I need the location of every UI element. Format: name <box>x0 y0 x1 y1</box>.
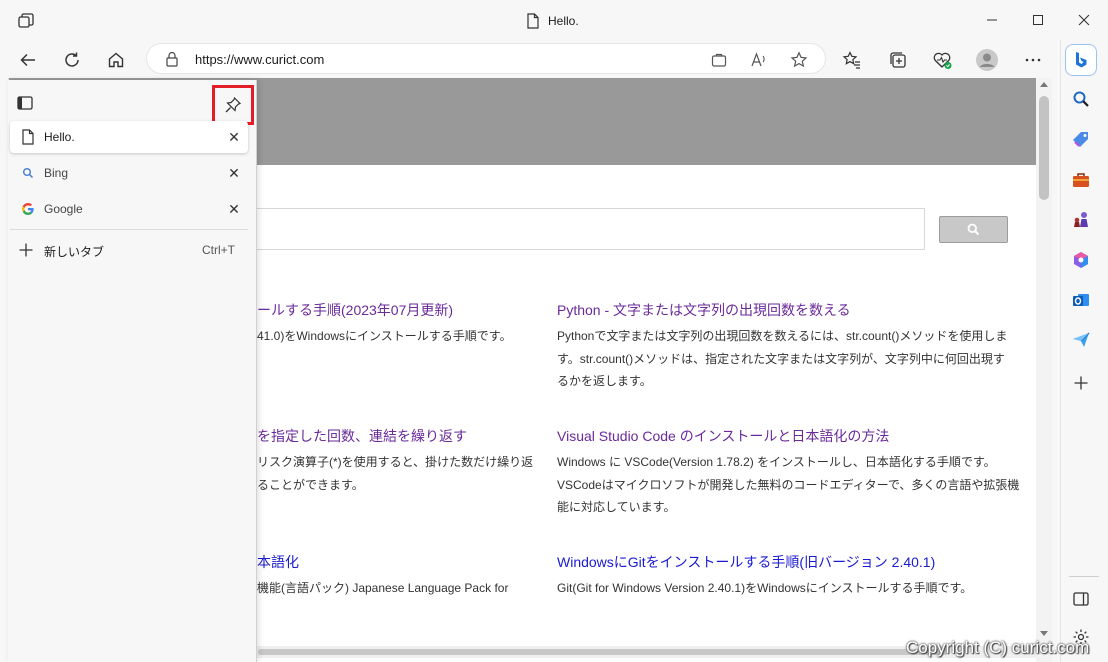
tab-actions-menu-icon[interactable] <box>16 11 36 31</box>
sidebar-divider <box>1069 576 1099 577</box>
home-button[interactable] <box>102 46 130 74</box>
back-button[interactable] <box>14 46 42 74</box>
site-search-button[interactable] <box>939 216 1008 243</box>
minimize-icon <box>987 19 997 21</box>
collections-icon <box>890 52 906 68</box>
pin-icon <box>225 96 242 113</box>
refresh-button[interactable] <box>58 46 86 74</box>
article-description: リスク演算子(*)を使用すると、掛けた数だけ繰り返 ることができます。 <box>257 455 534 492</box>
vertical-scrollbar[interactable] <box>1036 78 1052 662</box>
tab-hello[interactable]: Hello. ✕ <box>10 121 248 153</box>
close-tab-icon[interactable]: ✕ <box>226 129 242 145</box>
article-card: Python - 文字または文字列の出現回数を数える Pythonで文字または文… <box>557 300 1007 393</box>
article-card: 本語化 機能(言語パック) Japanese Language Pack for <box>257 552 508 600</box>
pin-pane-button[interactable] <box>212 85 254 125</box>
tab-bing[interactable]: Bing ✕ <box>10 157 248 189</box>
tab-label: Hello. <box>44 130 75 144</box>
collections-button[interactable] <box>884 46 912 74</box>
new-tab-label: 新しいタブ <box>44 245 105 259</box>
search-icon <box>967 223 980 236</box>
lock-icon[interactable] <box>165 51 179 72</box>
search-icon[interactable] <box>1070 88 1092 110</box>
page-icon <box>20 129 36 145</box>
maximize-icon <box>1033 15 1043 25</box>
article-title-link[interactable]: WindowsにGitをインストールする手順(旧バージョン 2.40.1) <box>557 552 972 572</box>
read-aloud-icon[interactable] <box>748 49 770 71</box>
google-icon <box>20 201 36 217</box>
article-title-link[interactable]: Visual Studio Code のインストールと日本語化の方法 <box>557 426 1019 446</box>
shopping-tag-icon[interactable] <box>1070 129 1092 151</box>
tabs-divider <box>10 229 248 230</box>
microsoft-365-icon[interactable] <box>1070 249 1092 271</box>
app-available-icon[interactable] <box>708 49 730 71</box>
favorites-button[interactable] <box>838 46 866 74</box>
scroll-up-arrow-icon[interactable] <box>1040 82 1048 87</box>
bing-chat-icon[interactable] <box>1065 44 1097 76</box>
drop-send-icon[interactable] <box>1070 329 1092 351</box>
hide-sidebar-icon[interactable] <box>1070 588 1092 610</box>
navigation-bar: https://www.curict.com <box>0 40 1060 78</box>
window-title: Hello. <box>526 11 579 31</box>
article-description: 機能(言語パック) Japanese Language Pack for <box>257 581 509 595</box>
window-title-text: Hello. <box>548 14 579 28</box>
vertical-tabs-toggle-icon[interactable] <box>16 94 34 112</box>
scroll-thumb[interactable] <box>1039 96 1049 200</box>
title-bar: Hello. <box>0 0 1108 40</box>
add-sidebar-app-plus-icon[interactable] <box>1070 372 1092 394</box>
tab-google[interactable]: Google ✕ <box>10 193 248 225</box>
avatar-icon <box>976 49 998 71</box>
profile-button[interactable] <box>973 46 1001 74</box>
add-favorite-star-icon[interactable] <box>788 49 810 71</box>
home-icon <box>108 52 124 68</box>
article-title-link[interactable]: を指定した回数、連結を繰り返す <box>257 426 533 446</box>
new-tab-shortcut: Ctrl+T <box>202 243 235 257</box>
close-icon <box>1078 14 1090 26</box>
article-title-link[interactable]: 本語化 <box>257 552 508 572</box>
outlook-icon[interactable] <box>1070 289 1092 311</box>
maximize-button[interactable] <box>1026 8 1050 32</box>
vertical-tabs-pane: Hello. ✕ Bing ✕ Google ✕ 新しいタブ Ctrl+T <box>8 80 257 662</box>
url-text[interactable]: https://www.curict.com <box>195 52 324 67</box>
tab-label: Bing <box>44 166 69 180</box>
address-bar[interactable]: https://www.curict.com <box>146 43 826 74</box>
copyright-watermark: Copyright (C) curict.com <box>906 638 1090 657</box>
back-arrow-icon <box>20 53 35 67</box>
article-card: を指定した回数、連結を繰り返す リスク演算子(*)を使用すると、掛けた数だけ繰り… <box>257 426 533 496</box>
hscroll-thumb[interactable] <box>258 649 948 655</box>
close-tab-icon[interactable]: ✕ <box>226 201 242 217</box>
article-description: Git(Git for Windows Version 2.40.1)をWind… <box>557 581 973 595</box>
search-icon <box>20 165 36 181</box>
article-title-link[interactable]: Python - 文字または文字列の出現回数を数える <box>557 300 1007 320</box>
refresh-icon <box>65 52 79 67</box>
tools-briefcase-icon[interactable] <box>1070 169 1092 191</box>
settings-more-button[interactable] <box>1019 46 1047 74</box>
edge-sidebar <box>1060 40 1108 662</box>
close-window-button[interactable] <box>1072 8 1096 32</box>
heart-pulse-icon <box>933 52 952 69</box>
favorites-list-icon <box>842 51 860 69</box>
new-tab-button[interactable]: 新しいタブ Ctrl+T <box>10 235 248 265</box>
article-title-link[interactable]: ールする手順(2023年07月更新) <box>257 300 512 320</box>
plus-icon <box>18 242 34 258</box>
minimize-button[interactable] <box>980 8 1004 32</box>
article-card: WindowsにGitをインストールする手順(旧バージョン 2.40.1) Gi… <box>557 552 972 600</box>
more-dots-icon <box>1025 58 1041 62</box>
article-description: 41.0)をWindowsにインストールする手順です。 <box>257 329 512 343</box>
browser-essentials-button[interactable] <box>928 46 956 74</box>
article-card: Visual Studio Code のインストールと日本語化の方法 Windo… <box>557 426 1019 519</box>
games-chess-icon[interactable] <box>1070 209 1092 231</box>
scroll-down-arrow-icon[interactable] <box>1040 631 1048 636</box>
article-card: ールする手順(2023年07月更新) 41.0)をWindowsにインストールす… <box>257 300 512 348</box>
close-tab-icon[interactable]: ✕ <box>226 165 242 181</box>
article-description: Pythonで文字または文字列の出現回数を数えるには、str.count()メソ… <box>557 329 1008 388</box>
page-icon <box>527 13 539 29</box>
tab-label: Google <box>44 202 83 216</box>
article-description: Windows に VSCode(Version 1.78.2) をインストール… <box>557 455 1020 514</box>
